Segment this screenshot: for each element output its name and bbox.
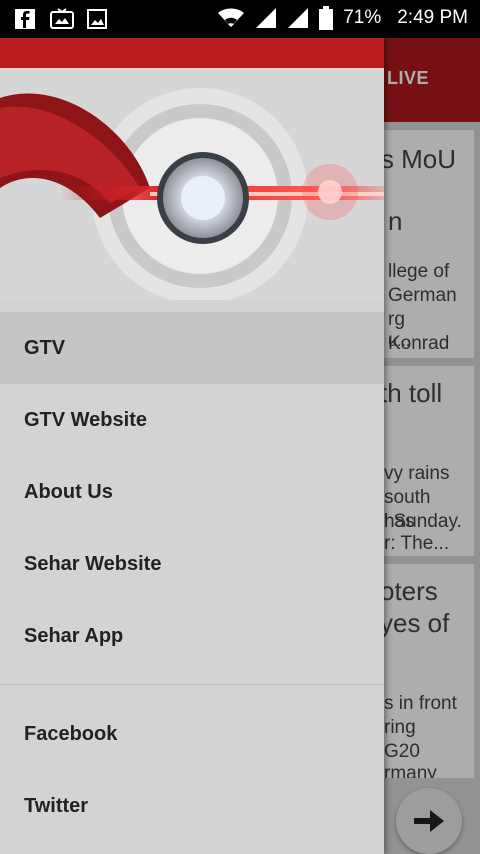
drawer-header-bar: [0, 38, 384, 68]
notification-icons: [14, 8, 108, 30]
menu-item-label: About Us: [24, 480, 113, 503]
menu-item-label: Sehar Website: [24, 552, 162, 575]
system-indicators: 71% 2:49 PM: [217, 6, 468, 30]
wifi-icon: [218, 8, 245, 27]
news-studio-graphic: [0, 68, 384, 300]
facebook-icon: [14, 8, 36, 30]
signal-icon-2: [288, 8, 309, 28]
battery-icon: [319, 6, 334, 30]
navigation-drawer: GTV GTV Website About Us Sehar Website S…: [0, 38, 384, 854]
drawer-social-menu: Facebook Twitter: [0, 698, 384, 842]
menu-item-gtv-website[interactable]: GTV Website: [0, 384, 384, 456]
menu-item-label: GTV Website: [24, 408, 147, 431]
menu-item-twitter[interactable]: Twitter: [0, 770, 384, 842]
menu-item-sehar-app[interactable]: Sehar App: [0, 600, 384, 672]
signal-icon: [256, 8, 277, 28]
menu-item-label: Facebook: [24, 722, 118, 745]
menu-item-label: Twitter: [24, 794, 89, 817]
menu-item-gtv[interactable]: GTV: [0, 312, 384, 384]
battery-percent: 71%: [343, 7, 382, 28]
clock: 2:49 PM: [397, 7, 468, 28]
menu-divider: [0, 684, 384, 685]
menu-item-sehar-website[interactable]: Sehar Website: [0, 528, 384, 600]
menu-item-label: GTV: [24, 336, 66, 359]
drawer-header-image: [0, 68, 384, 300]
menu-item-label: Sehar App: [24, 624, 124, 647]
status-bar: 71% 2:49 PM: [0, 0, 480, 38]
gallery-icon: [50, 8, 74, 30]
menu-item-about-us[interactable]: About Us: [0, 456, 384, 528]
menu-item-facebook[interactable]: Facebook: [0, 698, 384, 770]
drawer-menu: GTV GTV Website About Us Sehar Website S…: [0, 312, 384, 672]
image-icon: [86, 8, 108, 30]
